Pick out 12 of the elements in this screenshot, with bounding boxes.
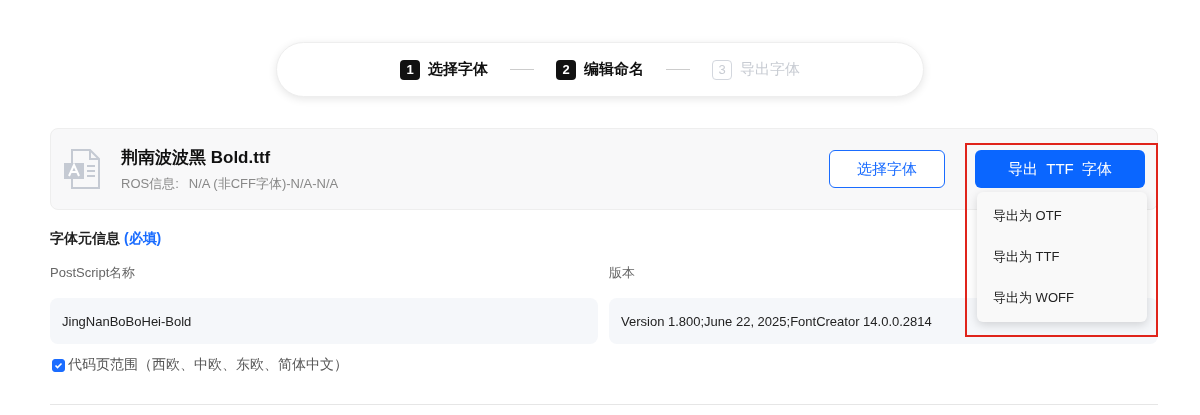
step-label: 选择字体 [428, 60, 488, 79]
field-label: 版本 [609, 264, 636, 282]
checkbox-label: 代码页范围（西欧、中欧、东欧、简体中文） [68, 356, 348, 374]
section-title: 字体元信息 [50, 230, 120, 246]
required-note: (必填) [123, 230, 162, 246]
file-name: 荆南波波黑 Bold.ttf [121, 146, 272, 169]
step-label: 编辑命名 [584, 60, 644, 79]
field-label: PostScript名称 [50, 264, 137, 282]
step-number: 1 [400, 59, 420, 80]
ros-label: ROS信息: [121, 174, 179, 193]
step-number: 2 [556, 59, 576, 80]
ros-value: N/A (非CFF字体)-N/A-N/A [188, 174, 339, 193]
